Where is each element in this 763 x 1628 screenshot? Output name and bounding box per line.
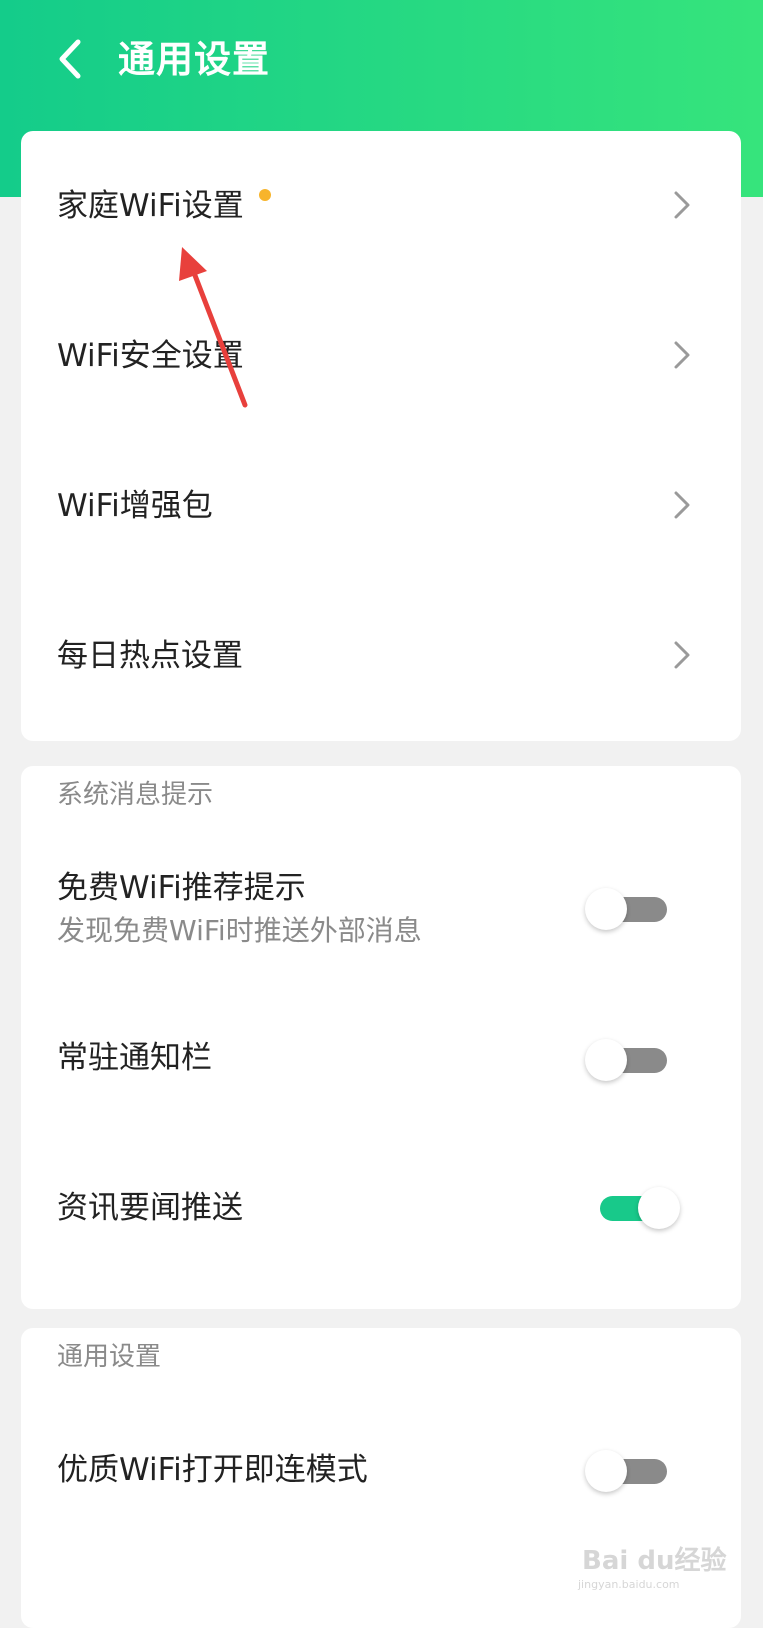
menu-item-daily-hotspot[interactable]: 每日热点设置: [21, 581, 741, 731]
menu-item-wifi-boost[interactable]: WiFi增强包: [21, 431, 741, 581]
chevron-right-icon: [674, 191, 690, 219]
free-wifi-recommend-toggle[interactable]: [585, 886, 675, 932]
back-button[interactable]: [52, 36, 92, 82]
persistent-notification-toggle[interactable]: [585, 1037, 675, 1083]
chevron-right-icon: [674, 341, 690, 369]
page-title: 通用设置: [118, 38, 270, 81]
red-arrow-annotation: [179, 247, 248, 408]
menu-item-wifi-security[interactable]: WiFi安全设置: [21, 281, 741, 431]
system-messages-card: 系统消息提示 免费WiFi推荐提示 发现免费WiFi时推送外部消息 常驻通知栏 …: [21, 766, 741, 1309]
section-title: 通用设置: [57, 1342, 162, 1372]
toggle-knob: [585, 888, 627, 930]
toggle-sublabel-free-wifi: 发现免费WiFi时推送外部消息: [57, 914, 422, 947]
new-badge-dot: [259, 189, 271, 201]
settings-menu-card: 家庭WiFi设置 WiFi安全设置 WiFi增强包 每日热点设置: [21, 131, 741, 741]
chevron-right-icon: [674, 641, 690, 669]
toggle-label-free-wifi: 免费WiFi推荐提示: [57, 870, 306, 906]
menu-item-label: 家庭WiFi设置: [57, 188, 244, 224]
toggle-knob: [585, 1039, 627, 1081]
toggle-label-notification-bar: 常驻通知栏: [57, 1040, 212, 1076]
baidu-watermark-url: jingyan.baidu.com: [578, 1578, 680, 1591]
section-title: 系统消息提示: [57, 780, 214, 810]
toggle-knob: [638, 1187, 680, 1229]
baidu-watermark: Bai du经验: [582, 1546, 727, 1576]
menu-item-home-wifi[interactable]: 家庭WiFi设置: [21, 131, 741, 281]
toggle-label-auto-connect: 优质WiFi打开即连模式: [57, 1452, 368, 1488]
news-push-toggle[interactable]: [592, 1185, 682, 1231]
chevron-right-icon: [674, 491, 690, 519]
toggle-label-news-push: 资讯要闻推送: [57, 1190, 243, 1226]
chevron-left-icon: [59, 39, 81, 79]
auto-connect-mode-toggle[interactable]: [585, 1448, 675, 1494]
menu-item-label: WiFi增强包: [57, 488, 213, 524]
toggle-knob: [585, 1450, 627, 1492]
menu-item-label: 每日热点设置: [57, 638, 243, 674]
